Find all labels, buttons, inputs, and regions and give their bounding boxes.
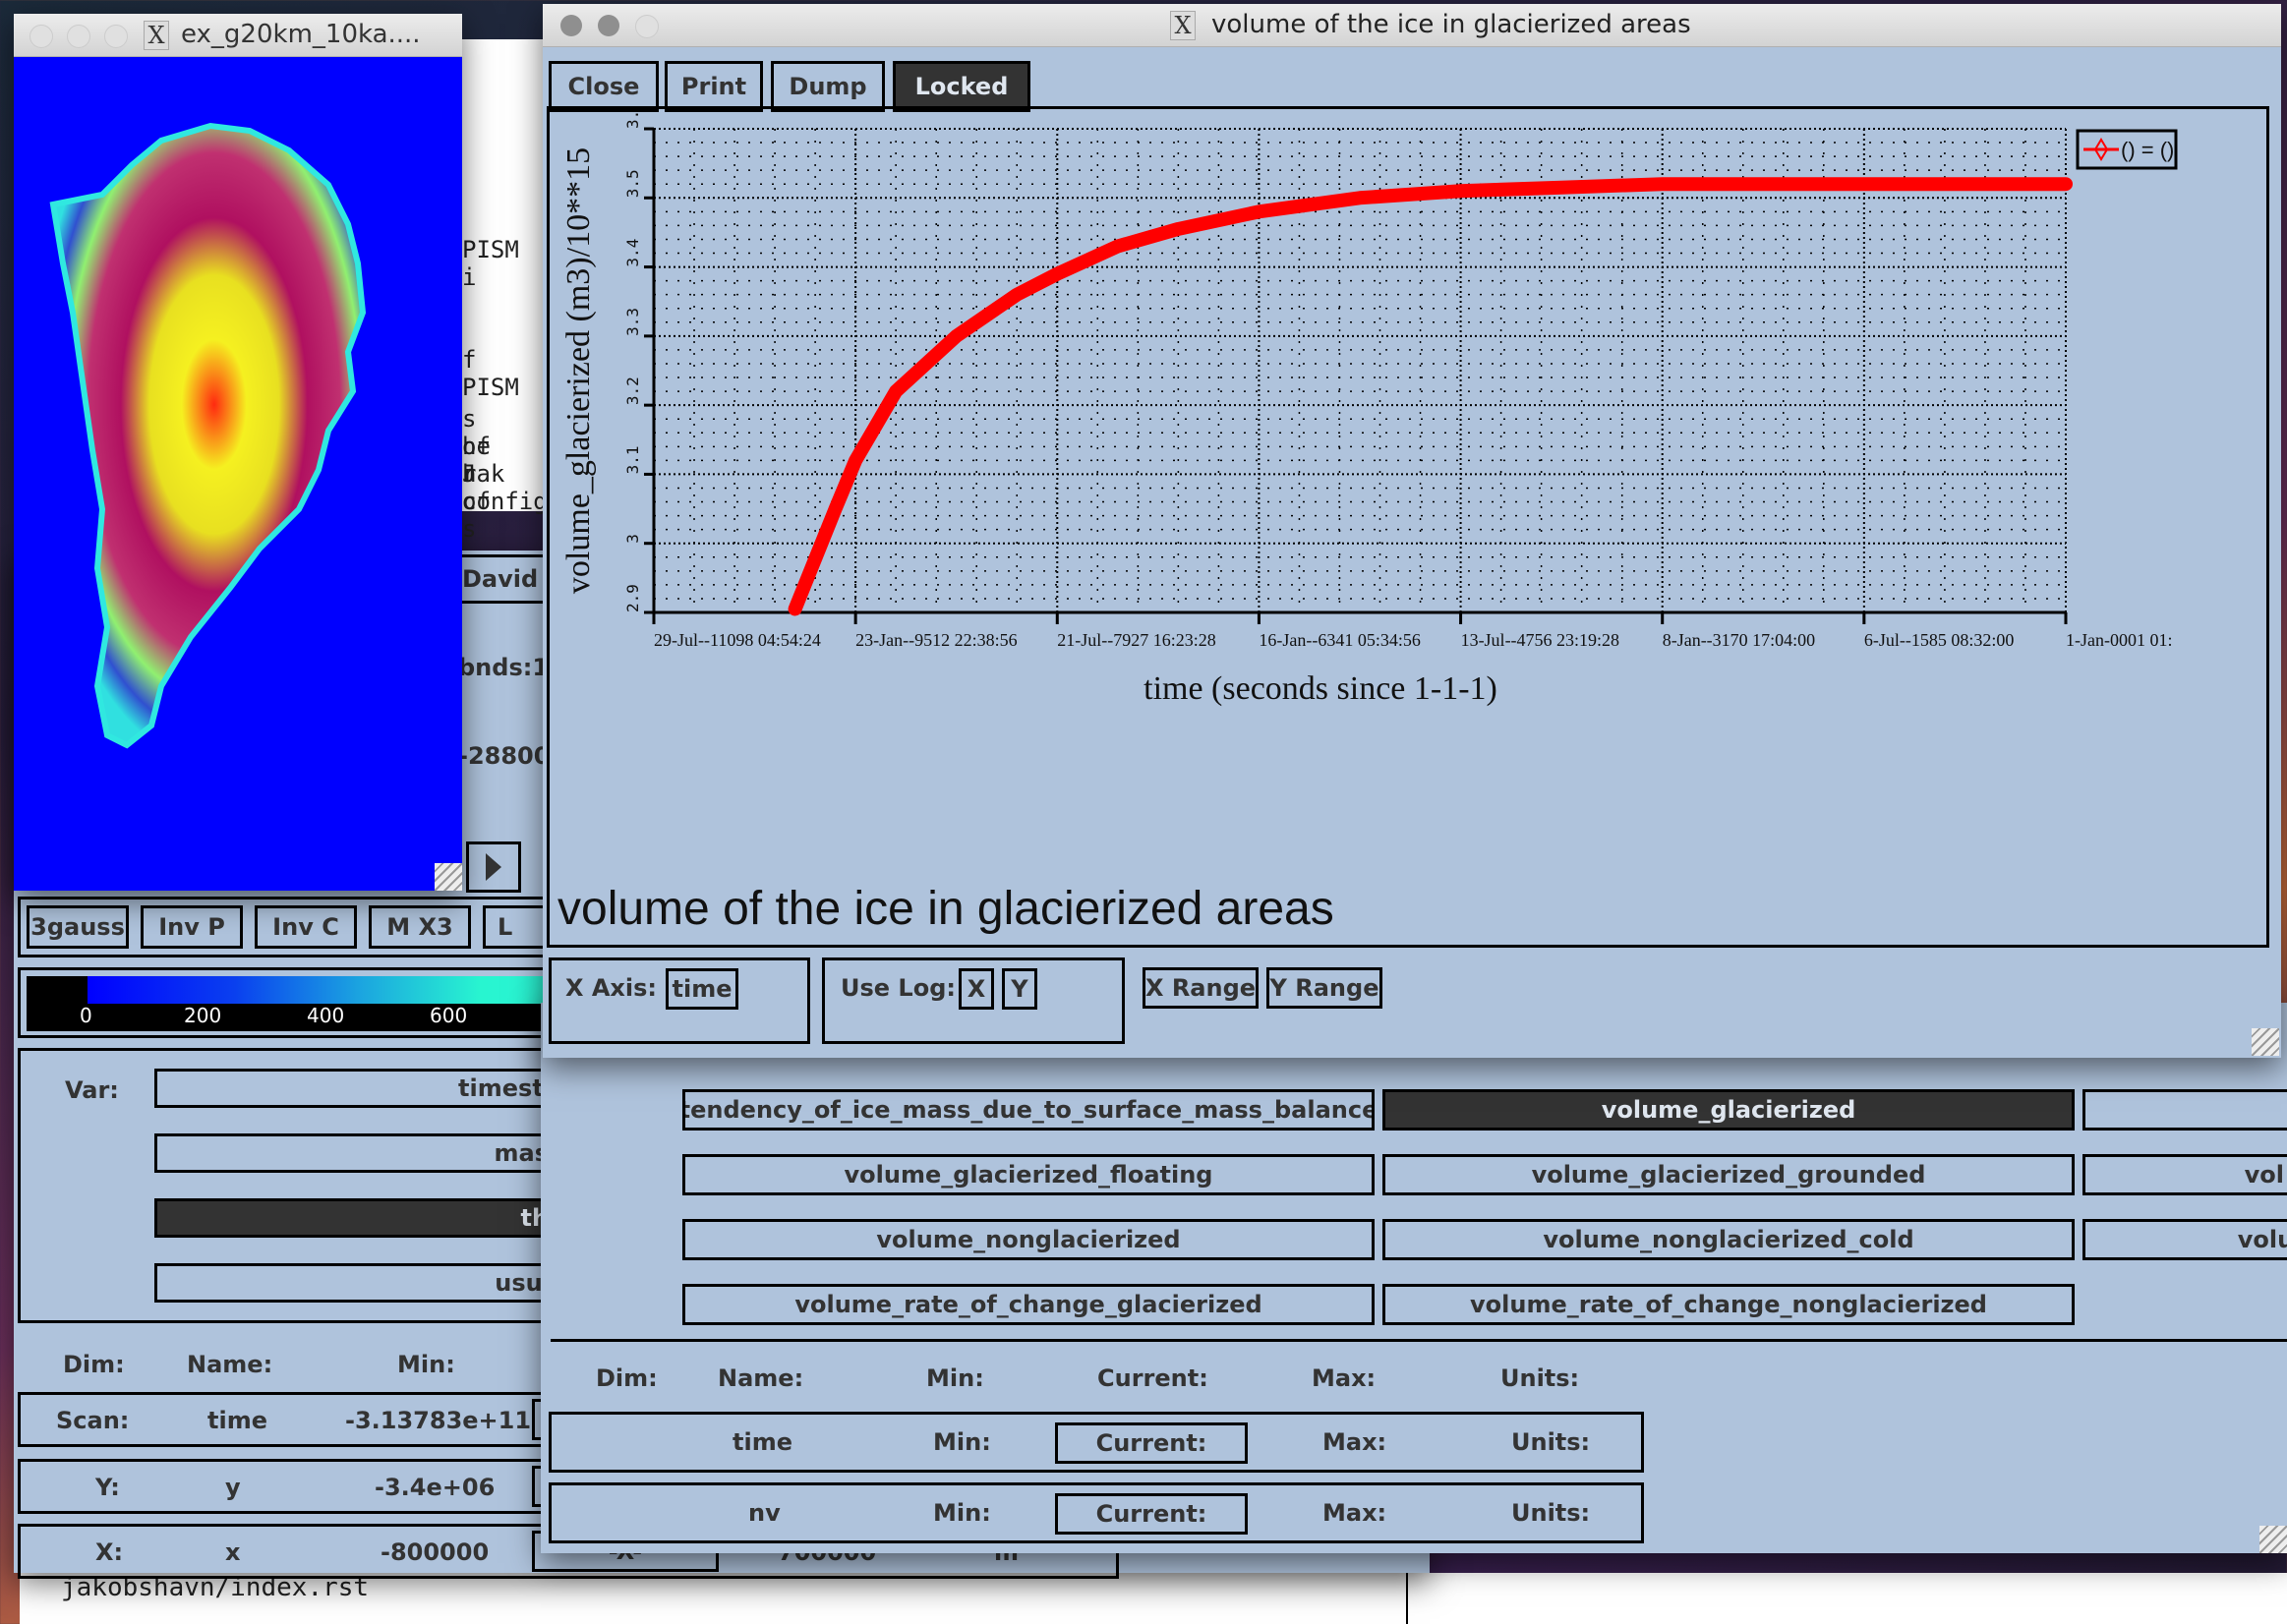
x-tick-label: 23-Jan--9512 22:38:56 [855,630,1017,650]
map-window-titlebar: X ex_g20km_10ka.... [14,14,462,57]
resize-grip[interactable] [435,863,462,891]
colorbar-gradient [88,976,579,1004]
var-dim-row-time: time Min: Current: Max: Units: [549,1412,1644,1473]
close-window-button[interactable] [560,15,582,36]
zoom-window-button[interactable] [635,15,659,38]
magnification-button[interactable]: M X3 [369,905,471,949]
y-tick-label: 3.1 [623,446,642,475]
print-button[interactable]: Print [665,61,763,112]
var-button-thk[interactable]: thk [154,1198,587,1238]
x-tick-label: 21-Jul--7927 16:23:28 [1057,630,1216,650]
var-button-volume-glacierized-floating[interactable]: volume_glacierized_floating [682,1154,1375,1195]
play-triangle-icon [486,853,501,881]
var-panel-divider [551,1339,2287,1342]
var-dim-row-nv: nv Min: Current: Max: Units: [549,1482,1644,1543]
x-range-button[interactable]: X Range [1143,967,1259,1009]
invert-physical-button[interactable]: Inv P [141,905,243,949]
var-button-volume-nonglacierized-cold[interactable]: volume_nonglacierized_cold [1382,1219,2075,1260]
colorbar-tick: 400 [307,1004,345,1027]
var-button-volume-nonglacierized[interactable]: volume_nonglacierized [682,1219,1375,1260]
x-axis-panel: X Axis: time [549,957,810,1044]
var-button-right-column-3[interactable]: volur [2082,1219,2287,1260]
colorbar-tick: 200 [184,1004,222,1027]
y-tick-label: 2.9 [623,584,642,612]
map-window: X ex_g20km_10ka.... [14,14,462,891]
locked-button[interactable]: Locked [893,61,1030,112]
close-window-button[interactable] [29,25,53,48]
colormap-3gauss-button[interactable]: 3gauss [27,905,129,949]
y-range-button[interactable]: Y Range [1266,967,1382,1009]
resize-grip[interactable] [2259,1526,2287,1553]
zoom-window-button[interactable] [104,25,128,48]
var-button-right-column-1[interactable] [2082,1089,2287,1131]
x-axis-select-button[interactable]: time [666,968,738,1010]
left-var-panel: Var: timestam mask thk usurf [18,1048,587,1323]
var-button-volume-rate-of-change-glacierized[interactable]: volume_rate_of_change_glacierized [682,1284,1375,1325]
variable-window: tendency_of_ice_mass_due_to_surface_mass… [541,1003,2287,1553]
x-tick-label: 16-Jan--6341 05:34:56 [1259,630,1420,650]
time-current-button[interactable]: Current: [1055,1422,1248,1464]
var-button-volume-rate-of-change-nonglacierized[interactable]: volume_rate_of_change_nonglacierized [1382,1284,2075,1325]
x-tick-label: 29-Jul--11098 04:54:24 [654,630,821,650]
colorbar: 0 200 400 600 [27,976,579,1031]
var-button-timestamp[interactable]: timestam [154,1069,587,1108]
var-button-volume-glacierized-grounded[interactable]: volume_glacierized_grounded [1382,1154,2075,1195]
nv-current-button[interactable]: Current: [1055,1493,1248,1535]
plot-frame: 2.9 3 3.1 3.2 3.3 3.4 3.5 3.6 29-Jul--11098 04:5… [547,106,2269,948]
background-footer: jakobshavn/index.rst [20,1573,1416,1624]
resize-grip[interactable] [2252,1028,2279,1056]
y-tick-label: 3 [623,534,642,544]
colorbar-tick: 600 [430,1004,468,1027]
log-y-toggle[interactable]: Y [1002,968,1037,1010]
x-tick-label: 6-Jul--1585 08:32:00 [1864,630,2015,650]
series-line [788,177,2073,616]
plot-window-titlebar: X volume of the ice in glacierized areas [543,4,2281,47]
x11-icon: X [1170,11,1196,40]
log-x-toggle[interactable]: X [959,968,994,1010]
colorbar-panel: 0 200 400 600 [18,967,579,1038]
plot-window: X volume of the ice in glacierized areas… [543,4,2281,1058]
x-axis-label: time (seconds since 1-1-1) [1144,670,1497,707]
x-tick-label: 1-Jan-0001 01: [2066,630,2172,650]
greenland-shape [49,122,367,749]
y-tick-label: 3.2 [623,377,642,405]
greenland-thickness-map [49,122,367,749]
colorbar-tick: 0 [80,1004,92,1027]
var-button-volume-glacierized[interactable]: volume_glacierized [1382,1089,2075,1131]
close-button[interactable]: Close [549,61,659,112]
y-tick-label: 3.6 [623,109,642,129]
minimize-window-button[interactable] [598,15,619,36]
x-tick-label: 8-Jan--3170 17:04:00 [1663,630,1815,650]
minimize-window-button[interactable] [67,25,90,48]
var-button-usurf[interactable]: usurf [154,1263,587,1303]
use-log-panel: Use Log: X Y [822,957,1125,1044]
y-tick-label: 3.4 [623,239,642,267]
left-button-row: 3gauss Inv P Inv C M X3 L [18,897,585,957]
legend-label: () = () [2121,138,2174,162]
chart: 2.9 3 3.1 3.2 3.3 3.4 3.5 3.6 29-Jul--11098 04:5… [560,109,2178,707]
var-button-tendency-surface-mass-balance[interactable]: tendency_of_ice_mass_due_to_surface_mass… [682,1089,1375,1131]
y-tick-label: 3.3 [623,308,642,336]
play-button[interactable] [466,841,521,893]
y-axis-label: volume_glacierized (m3)/10**15 [560,147,597,594]
y-tick-label: 3.5 [623,169,642,198]
plot-long-name: volume of the ice in glacierized areas [557,883,1334,935]
x-tick-label: 13-Jul--4756 23:19:28 [1461,630,1620,650]
x11-icon: X [144,21,169,50]
var-button-right-column-2[interactable]: vol [2082,1154,2287,1195]
background-right-pane [1406,1573,2287,1624]
invert-colormap-button[interactable]: Inv C [255,905,357,949]
dump-button[interactable]: Dump [771,61,885,112]
var-button-mask[interactable]: mask [154,1133,587,1173]
